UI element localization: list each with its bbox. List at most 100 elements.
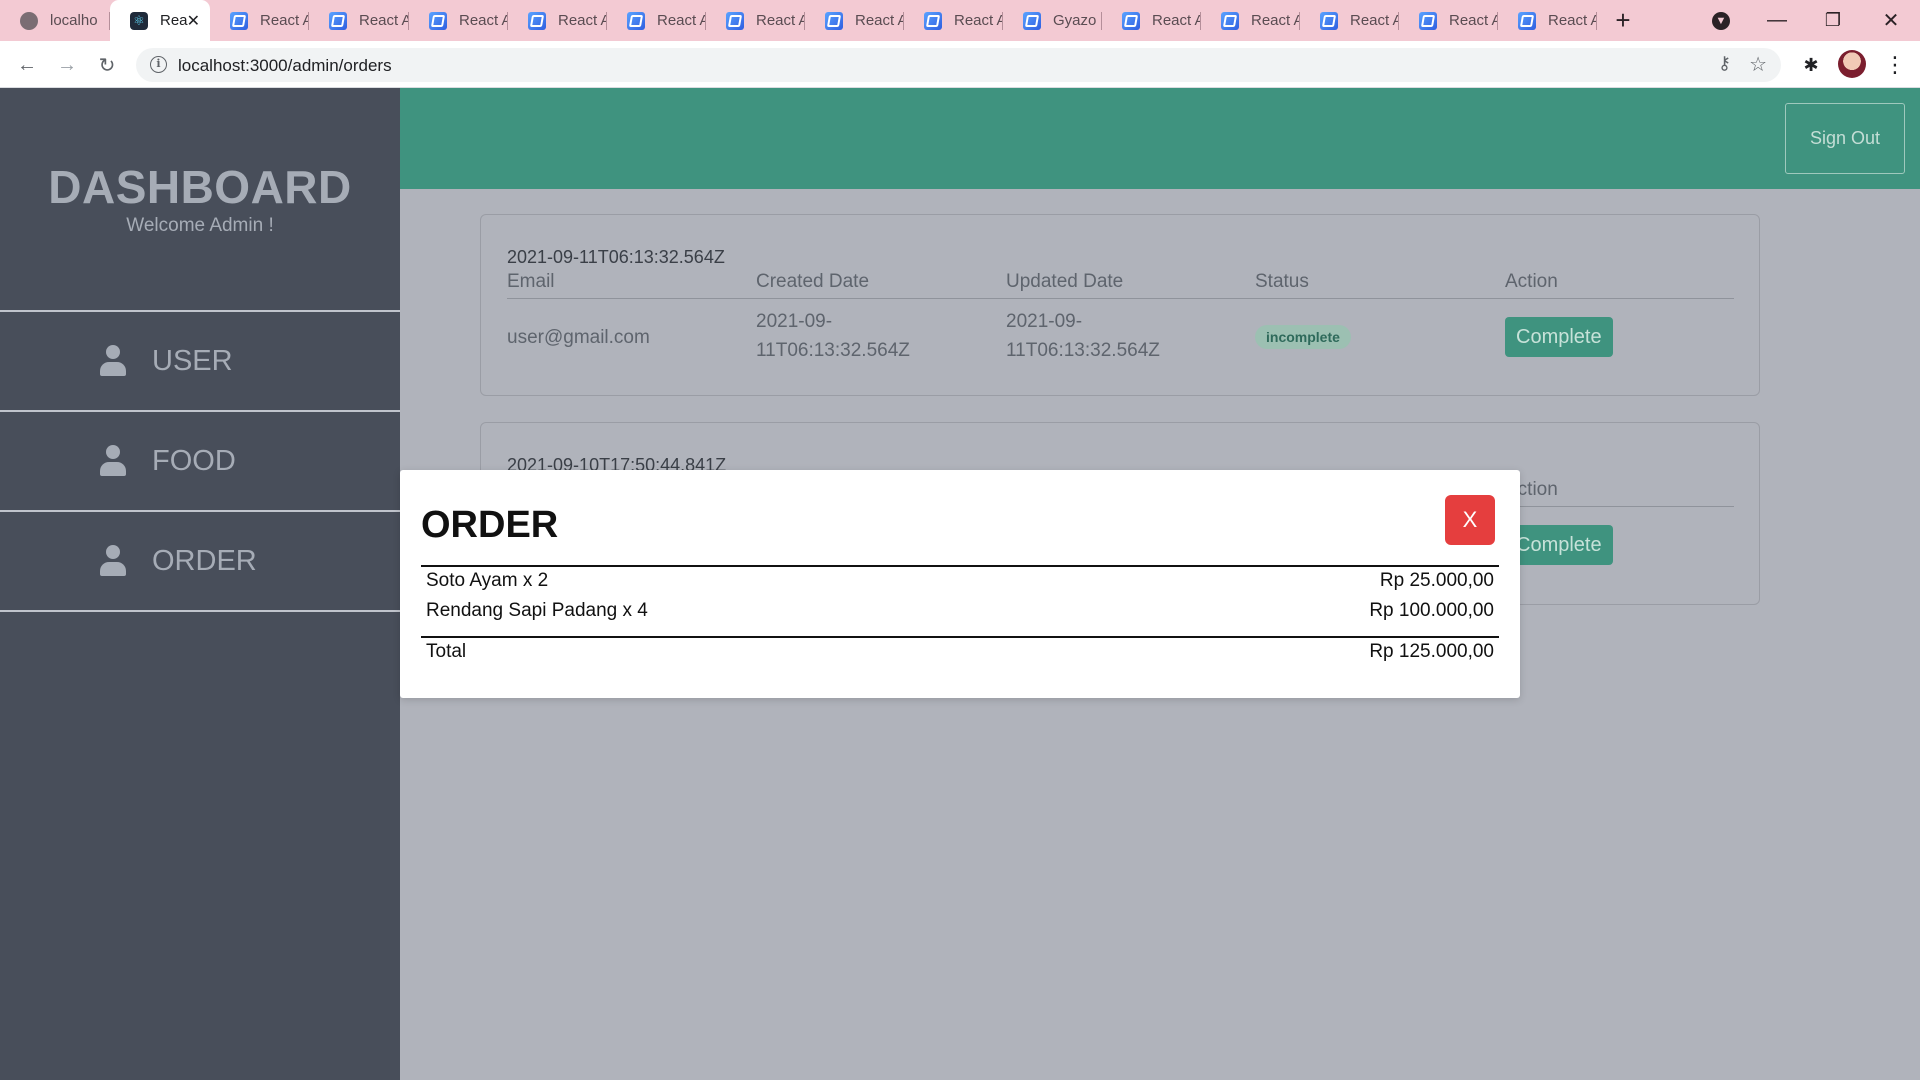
divider [421, 565, 1499, 567]
sidebar-item-order[interactable]: ORDER [0, 510, 400, 612]
tab-search-icon[interactable]: ▼ [1706, 0, 1736, 41]
browser-tab[interactable]: React A [1498, 0, 1597, 41]
complete-button[interactable]: Complete [1505, 525, 1613, 565]
react-app-icon [528, 11, 546, 30]
sidebar: DASHBOARD Welcome Admin ! USER FOOD ORDE… [0, 88, 400, 1080]
tab-label: React A [1449, 12, 1498, 29]
browser-tab[interactable]: React A [706, 0, 805, 41]
browser-tab[interactable]: React A [409, 0, 508, 41]
browser-tab[interactable]: React A [508, 0, 607, 41]
browser-tab[interactable]: React A [1300, 0, 1399, 41]
total-value: Rp 125.000,00 [1369, 641, 1494, 662]
order-table-header: Email Created Date Updated Date Status A… [507, 271, 1734, 299]
react-app-icon [825, 11, 843, 30]
tab-label: React A [260, 12, 309, 29]
minimize-icon[interactable]: — [1762, 0, 1792, 41]
order-id: 2021-09-11T06:13:32.564Z [507, 247, 725, 267]
tab-label: React A [558, 12, 607, 29]
site-info-icon[interactable]: i [150, 56, 167, 73]
welcome-text: Welcome Admin ! [126, 215, 274, 236]
complete-button[interactable]: Complete [1505, 317, 1613, 357]
screen: localho ⚛ Rea ✕ React A React A React A … [0, 0, 1920, 1080]
react-app-icon [1419, 11, 1437, 30]
extensions-puzzle-icon[interactable]: ✱ [1796, 50, 1826, 80]
back-arrow-icon[interactable]: ← [12, 50, 42, 80]
created-date-line: 11T06:13:32.564Z [756, 340, 910, 361]
status-badge: incomplete [1255, 325, 1351, 349]
user-icon [100, 445, 126, 477]
tab-label: React A [1350, 12, 1399, 29]
updated-date-line: 2021-09- [1006, 311, 1083, 332]
updated-date-line: 11T06:13:32.564Z [1006, 340, 1160, 361]
forward-arrow-icon[interactable]: → [52, 50, 82, 80]
sidebar-item-label: ORDER [152, 544, 257, 577]
browser-tab-active[interactable]: ⚛ Rea ✕ [110, 0, 210, 41]
sidebar-item-food[interactable]: FOOD [0, 410, 400, 510]
browser-tab[interactable]: React A [1201, 0, 1300, 41]
column-header-email: Email [507, 271, 555, 292]
item-name: Rendang Sapi Padang x 4 [426, 600, 648, 621]
top-header-bar: Sign Out [400, 88, 1920, 189]
tab-label: Rea [160, 12, 188, 29]
tab-label: React A [1251, 12, 1300, 29]
bookmark-star-icon[interactable]: ☆ [1749, 52, 1767, 77]
browser-tabstrip: localho ⚛ Rea ✕ React A React A React A … [0, 0, 1920, 41]
tab-label: React A [1548, 12, 1597, 29]
restore-window-icon[interactable]: ❐ [1818, 0, 1848, 41]
reload-icon[interactable]: ↻ [92, 50, 122, 80]
sign-out-button[interactable]: Sign Out [1785, 103, 1905, 174]
order-email: user@gmail.com [507, 327, 650, 348]
react-app-icon [1221, 11, 1239, 30]
sidebar-item-user[interactable]: USER [0, 310, 400, 410]
tab-label: React A [954, 12, 1003, 29]
close-modal-button[interactable]: X [1445, 495, 1495, 545]
tab-label: React A [855, 12, 904, 29]
dashboard-title: DASHBOARD [48, 161, 352, 213]
browser-tab[interactable]: Gyazo [1003, 0, 1102, 41]
column-header-created: Created Date [756, 271, 870, 292]
password-key-icon[interactable]: ⚷ [1718, 53, 1731, 74]
order-line-item: Rendang Sapi Padang x 4 Rp 100.000,00 [426, 600, 1494, 630]
react-app-icon [429, 11, 447, 30]
tab-label: React A [459, 12, 508, 29]
sidebar-item-label: FOOD [152, 444, 236, 477]
order-card: 2021-09-11T06:13:32.564Z Email Created D… [480, 214, 1760, 396]
order-total-row: Total Rp 125.000,00 [426, 641, 1494, 671]
tab-label: React A [657, 12, 706, 29]
profile-avatar[interactable] [1838, 50, 1866, 78]
react-app-icon [1122, 11, 1140, 30]
tab-label: React A [756, 12, 805, 29]
browser-toolbar: ← → ↻ i localhost:3000/admin/orders ⚷ ☆ … [0, 41, 1920, 88]
react-logo-icon: ⚛ [130, 11, 148, 30]
browser-tab[interactable]: React A [805, 0, 904, 41]
item-name: Soto Ayam x 2 [426, 570, 549, 591]
browser-tab[interactable]: React A [1102, 0, 1201, 41]
column-header-updated: Updated Date [1006, 271, 1124, 292]
react-app-icon [1518, 11, 1536, 30]
order-line-item: Soto Ayam x 2 Rp 25.000,00 [426, 570, 1494, 600]
globe-icon [20, 11, 38, 30]
browser-tab[interactable]: React A [1399, 0, 1498, 41]
column-header-status: Status [1255, 271, 1309, 292]
react-app-icon [1320, 11, 1338, 30]
browser-tab[interactable]: localho [0, 0, 110, 41]
react-app-icon [924, 11, 942, 30]
browser-tab[interactable]: React A [904, 0, 1003, 41]
browser-tab[interactable]: React A [309, 0, 409, 41]
column-header-action: Action [1505, 271, 1558, 292]
gyazo-icon [1023, 11, 1041, 30]
menu-kebab-icon[interactable]: ⋮ [1880, 50, 1910, 80]
close-window-icon[interactable]: ✕ [1876, 0, 1906, 41]
order-created-date: 2021-09- 11T06:13:32.564Z [756, 307, 910, 365]
browser-tab[interactable]: React A [210, 0, 309, 41]
address-bar-url[interactable]: localhost:3000/admin/orders [178, 56, 392, 76]
total-label: Total [426, 641, 467, 662]
order-updated-date: 2021-09- 11T06:13:32.564Z [1006, 307, 1160, 365]
react-app-icon [627, 11, 645, 30]
divider [421, 636, 1499, 638]
browser-tab[interactable]: React A [607, 0, 706, 41]
tab-label: React A [359, 12, 409, 29]
address-bar[interactable]: i localhost:3000/admin/orders ⚷ ☆ [136, 48, 1781, 82]
close-tab-icon[interactable]: ✕ [187, 11, 200, 31]
new-tab-plus-icon[interactable]: + [1608, 0, 1638, 41]
